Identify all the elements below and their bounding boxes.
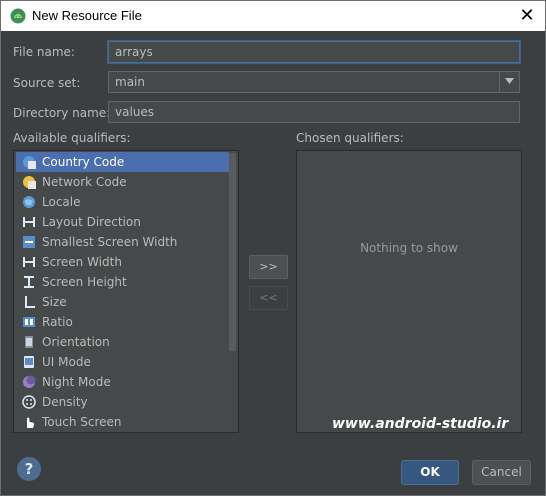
available-qualifiers-list[interactable]: Country Code Network Code Locale Layout Dir… (13, 150, 239, 433)
list-item-label: Density (42, 395, 88, 409)
chosen-qualifiers-list[interactable]: Nothing to show (296, 150, 522, 433)
list-item-label: Screen Width (42, 255, 122, 269)
ratio-icon (23, 317, 35, 327)
android-studio-icon (10, 8, 26, 24)
list-item[interactable]: Screen Height (16, 272, 229, 292)
remove-qualifier-button[interactable]: << (249, 286, 288, 310)
country-code-icon (23, 156, 36, 169)
watermark-text: www.android-studio.ir (332, 416, 509, 432)
list-item-label: Country Code (42, 155, 125, 169)
screen-height-icon (24, 276, 34, 288)
close-icon[interactable]: ✕ (517, 6, 537, 26)
file-name-label: File name: (13, 45, 75, 59)
file-name-input[interactable]: arrays (108, 41, 520, 63)
list-item[interactable]: Network Code (16, 172, 229, 192)
cancel-button[interactable]: Cancel (472, 460, 531, 485)
list-item[interactable]: Country Code (16, 152, 229, 172)
night-mode-icon (23, 375, 36, 388)
list-item[interactable]: Layout Direction (16, 212, 229, 232)
new-resource-file-dialog: New Resource File ✕ File name: arrays So… (0, 0, 546, 496)
list-item[interactable]: Locale (16, 192, 229, 212)
empty-list-message: Nothing to show (360, 241, 458, 255)
list-item-label: Screen Height (42, 275, 127, 289)
ok-button[interactable]: OK (401, 460, 459, 485)
list-item[interactable]: Touch Screen (16, 412, 229, 432)
available-qualifiers-label: Available qualifiers: (13, 131, 131, 145)
orientation-icon (25, 336, 33, 348)
list-item-label: Night Mode (42, 375, 111, 389)
list-item[interactable]: Night Mode (16, 372, 229, 392)
window-title: New Resource File (32, 8, 142, 23)
ui-mode-icon (24, 356, 34, 368)
list-item[interactable]: Orientation (16, 332, 229, 352)
list-item-label: Orientation (42, 335, 110, 349)
chosen-qualifiers-label: Chosen qualifiers: (296, 131, 404, 145)
list-item[interactable]: Screen Width (16, 252, 229, 272)
list-item-label: Network Code (42, 175, 127, 189)
touch-screen-icon (27, 417, 35, 428)
directory-name-label: Directory name: (13, 106, 111, 120)
list-item[interactable]: Ratio (16, 312, 229, 332)
directory-name-input[interactable]: values (108, 101, 520, 123)
layout-direction-icon (23, 217, 35, 227)
source-set-value: main (115, 75, 145, 89)
list-item[interactable]: UI Mode (16, 352, 229, 372)
smallest-screen-width-icon (23, 236, 35, 248)
list-item-label: Locale (42, 195, 81, 209)
list-item[interactable]: Size (16, 292, 229, 312)
list-item[interactable]: Smallest Screen Width (16, 232, 229, 252)
list-item-label: Size (42, 295, 67, 309)
list-item-label: Touch Screen (42, 415, 122, 429)
list-item[interactable]: Density (16, 392, 229, 412)
screen-width-icon (23, 257, 35, 267)
source-set-label: Source set: (13, 76, 81, 90)
title-bar: New Resource File ✕ (1, 1, 545, 31)
list-item-label: Smallest Screen Width (42, 235, 178, 249)
size-icon (25, 296, 35, 308)
list-item-label: UI Mode (42, 355, 91, 369)
dropdown-arrow-icon[interactable] (499, 72, 519, 92)
list-item-label: Ratio (42, 315, 73, 329)
add-qualifier-button[interactable]: >> (249, 255, 288, 279)
help-icon[interactable]: ? (17, 457, 41, 481)
list-item-label: Layout Direction (42, 215, 141, 229)
list-scrollbar[interactable] (229, 153, 236, 351)
network-code-icon (23, 176, 36, 189)
globe-icon (23, 196, 35, 208)
source-set-select[interactable]: main (108, 71, 520, 93)
density-icon (22, 395, 36, 409)
